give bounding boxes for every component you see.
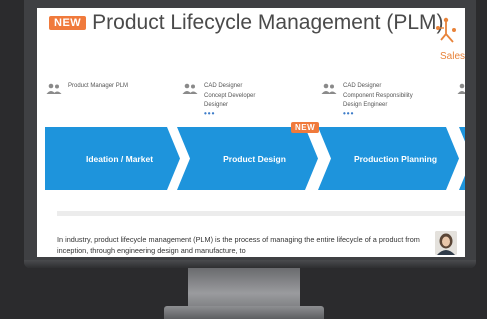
user-group-icon: [321, 83, 337, 94]
header: NEW Product Lifecycle Management (PLM): [49, 8, 444, 38]
step-label: Product Design: [223, 153, 286, 164]
monitor-stand-neck: [188, 268, 300, 310]
step-production-planning[interactable]: Production Planning: [318, 127, 459, 190]
new-tag: NEW: [291, 122, 320, 133]
role-line: Component Responsibility: [343, 92, 413, 99]
role-product-manager[interactable]: Product Manager PLM: [46, 82, 128, 95]
monitor-bezel: [24, 260, 476, 268]
role-line: Product Manager PLM: [68, 83, 129, 89]
step-label: Production Planning: [353, 153, 438, 164]
more-roles-button[interactable]: •••: [343, 109, 413, 117]
person-photo-icon: [435, 231, 457, 255]
role-next[interactable]: [457, 82, 465, 95]
avatar[interactable]: [435, 231, 457, 255]
role-line: CAD Designer: [343, 83, 382, 89]
user-group-icon: [457, 83, 465, 94]
role-line: Concept Developer: [204, 92, 256, 99]
page-title: Product Lifecycle Management (PLM): [92, 11, 444, 34]
divider: [57, 211, 465, 216]
user-group-icon: [46, 83, 62, 94]
screen: NEW Product Lifecycle Management (PLM) S…: [37, 8, 465, 257]
role-lines: CAD Designer Concept Developer Designer …: [204, 82, 255, 117]
role-component-responsibility[interactable]: CAD Designer Component Responsibility De…: [321, 82, 413, 117]
sales-network-icon[interactable]: [433, 14, 459, 48]
more-roles-button[interactable]: •••: [204, 109, 255, 117]
step-product-design[interactable]: Product Design: [177, 127, 318, 190]
step-next[interactable]: [459, 127, 465, 190]
role-cad-designer[interactable]: CAD Designer Concept Developer Designer …: [182, 82, 255, 117]
step-ideation-market[interactable]: Ideation / Market: [45, 127, 180, 190]
step-label: Ideation / Market: [85, 153, 154, 164]
monitor-frame: NEW Product Lifecycle Management (PLM) S…: [24, 0, 476, 268]
role-lines: CAD Designer Component Responsibility De…: [343, 82, 413, 117]
monitor-stand-base: [164, 306, 324, 319]
user-group-icon: [182, 83, 198, 94]
sales-label[interactable]: Sales: [440, 51, 465, 62]
new-badge: NEW: [49, 16, 87, 30]
description-text: In industry, product lifecycle managemen…: [57, 235, 420, 255]
role-line: CAD Designer: [204, 83, 243, 89]
process-chevrons: Ideation / Market Product Design Product…: [45, 127, 465, 190]
role-lines: Product Manager PLM: [68, 82, 128, 92]
